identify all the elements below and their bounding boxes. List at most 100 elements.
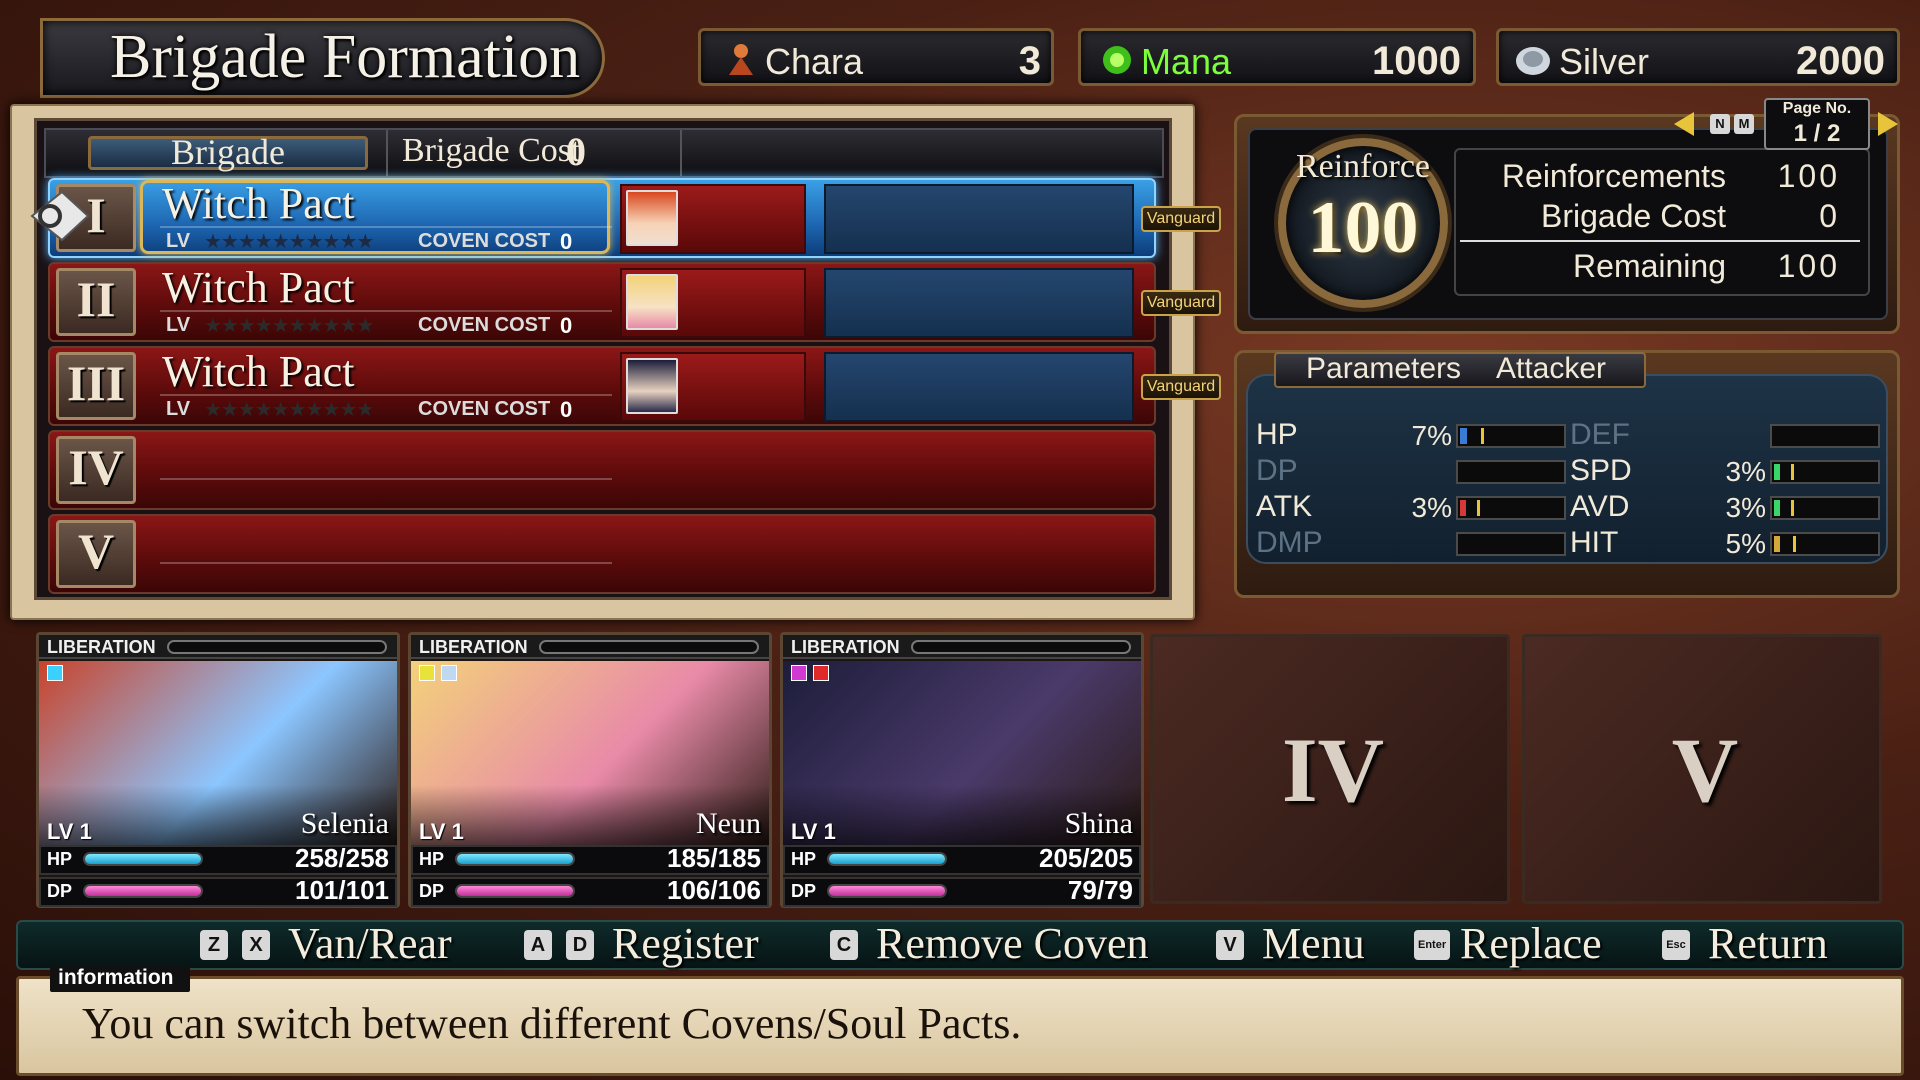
param-pct-spd: 3% [1725,456,1766,487]
param-bar-def [1770,424,1880,448]
mana-label: Mana [1141,41,1232,82]
empty-party-slot-4[interactable]: IV [1150,634,1510,904]
coven-row-4[interactable] [48,430,1156,510]
hp-label: HP [419,849,445,869]
param-bar-avd [1770,496,1880,520]
chara-counter: Chara 3 [698,28,1054,86]
member-portrait-neun [626,274,678,330]
header-divider [386,130,388,176]
brigade-cost-value: 0 [566,129,586,174]
param-name-spd: SPD [1570,454,1632,487]
element-chip [47,665,63,681]
vanguard-tag: Vanguard [1141,290,1221,316]
hp-value: 205/205 [1039,843,1133,873]
param-bar-fill [1460,428,1467,444]
remaining-value: 100 [1777,248,1840,284]
element-chip [813,665,829,681]
param-name-dp: DP [1256,454,1298,487]
param-bar-hit [1770,532,1880,556]
hp-bar [83,852,203,866]
param-pct-atk: 3% [1411,492,1452,523]
liberation-gauge [167,640,387,654]
param-bar-marker [1793,536,1796,552]
param-pct-avd: 3% [1725,492,1766,523]
row-numeral: III [66,355,126,411]
control-replace[interactable]: Replace [1460,918,1602,969]
control-remove-coven[interactable]: Remove Coven [876,918,1149,969]
row-numeral: IV [68,439,124,495]
empty-member-slot[interactable] [824,352,1134,422]
param-name-dmp: DMP [1256,526,1323,559]
control-return[interactable]: Return [1708,918,1828,969]
control-van-rear[interactable]: Van/Rear [288,918,452,969]
stats-divider [1460,240,1860,242]
dp-label: DP [791,881,817,901]
coven-cost-value: 0 [560,229,573,254]
dp-value: 101/101 [295,875,389,905]
coven-row-5[interactable] [48,514,1156,594]
mana-icon [1103,46,1131,74]
element-chip [441,665,457,681]
empty-party-slot-5[interactable]: V [1522,634,1882,904]
hp-value: 258/258 [295,843,389,873]
row-numeral: II [76,271,116,327]
param-bar-spd [1770,460,1880,484]
page-next-key: M [1734,114,1754,134]
brigade-cost-stat-value: 0 [1819,198,1840,234]
empty-member-slot[interactable] [824,268,1134,338]
param-bar-atk [1456,496,1566,520]
party-card-selenia[interactable]: LIBERATION Selenia LV 1 HP 258/258 DP 10… [36,632,400,908]
page-next-arrow-icon[interactable] [1878,112,1898,136]
header-divider [680,130,682,176]
control-register[interactable]: Register [612,918,759,969]
element-chip [791,665,807,681]
liberation-label: LIBERATION [791,637,900,657]
character-level: LV 1 [791,819,836,844]
member-portrait-shina [626,358,678,414]
silver-value: 2000 [1796,39,1885,83]
param-bar-fill [1774,464,1780,480]
brigade-cost-stat-label: Brigade Cost [1541,198,1726,234]
row-underline [160,226,612,228]
control-menu[interactable]: Menu [1262,918,1365,969]
page-prev-key: N [1710,114,1730,134]
key-z-icon: Z [200,930,228,960]
member-portrait-selenia [626,190,678,246]
coven-rank-stars: ★★★★★★★★★★ [204,229,374,253]
key-c-icon: C [830,930,858,960]
param-bar-hp [1456,424,1566,448]
dp-bar [83,884,203,898]
reinforcements-label: Reinforcements [1501,158,1726,194]
empty-member-slot[interactable] [824,184,1134,254]
key-a-icon: A [524,930,552,960]
character-level: LV 1 [419,819,464,844]
param-name-hp: HP [1256,418,1298,451]
chara-label: Chara [765,41,864,82]
page-label: Page No. [1782,100,1852,117]
liberation-label: LIBERATION [47,637,156,657]
row-underline [160,310,612,312]
param-name-avd: AVD [1570,490,1630,523]
row-underline [160,394,612,396]
character-name: Shina [1064,807,1133,840]
silver-coin-icon [1516,47,1550,75]
page-prev-arrow-icon[interactable] [1674,112,1694,136]
param-bar-marker [1791,500,1794,516]
hp-label: HP [47,849,73,869]
element-chip [419,665,435,681]
reinforce-label: Reinforce [1295,148,1431,185]
liberation-gauge [539,640,759,654]
selection-cursor-icon [30,190,90,242]
param-bar-marker [1477,500,1480,516]
key-enter-icon: Enter [1414,930,1451,960]
coven-lv-label: LV [166,314,191,336]
brigade-tab-label: Brigade [171,132,285,172]
party-card-neun[interactable]: LIBERATION Neun LV 1 HP 185/185 DP 106/1… [408,632,772,908]
key-v-icon: V [1216,930,1244,960]
coven-name: Witch Pact [162,179,355,228]
party-card-shina[interactable]: LIBERATION Shina LV 1 HP 205/205 DP 79/7… [780,632,1144,908]
mana-counter: Mana 1000 [1078,28,1476,86]
coven-cost-value: 0 [560,313,573,338]
param-bar-fill [1460,500,1466,516]
coven-lv-label: LV [166,230,191,252]
